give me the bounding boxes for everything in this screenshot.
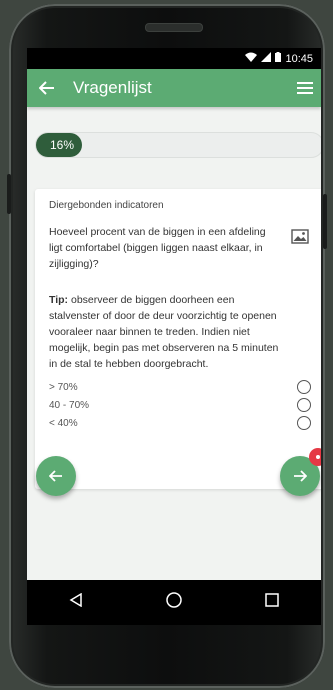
option-gt-70[interactable]: > 70% xyxy=(49,379,311,395)
status-bar: 10:45 xyxy=(27,48,321,69)
arrow-left-icon[interactable] xyxy=(39,81,55,95)
image-icon[interactable] xyxy=(291,229,309,249)
phone-speaker xyxy=(145,23,203,32)
option-label: 40 - 70% xyxy=(49,399,90,411)
tip-body: observeer de biggen doorheen een stalven… xyxy=(49,294,279,370)
previous-button[interactable] xyxy=(36,456,76,496)
app-bar: Vragenlijst xyxy=(27,69,321,107)
hamburger-menu-icon[interactable] xyxy=(297,82,313,94)
notification-badge xyxy=(309,448,321,466)
screen: 10:45 Vragenlijst 16% Diergebonden indic… xyxy=(27,48,321,625)
tip-text: Tip: observeer de biggen doorheen een st… xyxy=(49,292,285,372)
progress-label: 16% xyxy=(50,138,75,152)
radio-button[interactable] xyxy=(297,398,311,412)
question-text: Hoeveel procent van de biggen in een afd… xyxy=(49,226,266,270)
signal-icon xyxy=(261,52,272,65)
badge-dot xyxy=(316,455,320,459)
section-title: Diergebonden indicatoren xyxy=(49,200,164,211)
radio-button[interactable] xyxy=(297,416,311,430)
power-button xyxy=(323,194,327,249)
tip-prefix: Tip: xyxy=(49,294,69,306)
progress-bar: 16% xyxy=(35,132,321,158)
question-card: Diergebonden indicatoren Hoeveel procent… xyxy=(35,189,321,489)
nav-back-icon[interactable] xyxy=(69,592,83,612)
system-nav-bar xyxy=(27,580,321,625)
volume-button xyxy=(7,174,11,214)
option-label: > 70% xyxy=(49,381,78,393)
battery-icon xyxy=(275,52,282,65)
wifi-icon xyxy=(245,52,258,65)
nav-recents-icon[interactable] xyxy=(265,593,280,612)
arrow-left-icon xyxy=(49,470,62,482)
option-40-70[interactable]: 40 - 70% xyxy=(49,397,311,413)
option-label: < 40% xyxy=(49,417,78,429)
radio-button[interactable] xyxy=(297,380,311,394)
status-time: 10:45 xyxy=(285,52,313,65)
option-lt-40[interactable]: < 40% xyxy=(49,415,311,431)
arrow-right-icon xyxy=(294,470,307,482)
page-title: Vragenlijst xyxy=(73,78,152,97)
nav-home-icon[interactable] xyxy=(166,592,182,613)
